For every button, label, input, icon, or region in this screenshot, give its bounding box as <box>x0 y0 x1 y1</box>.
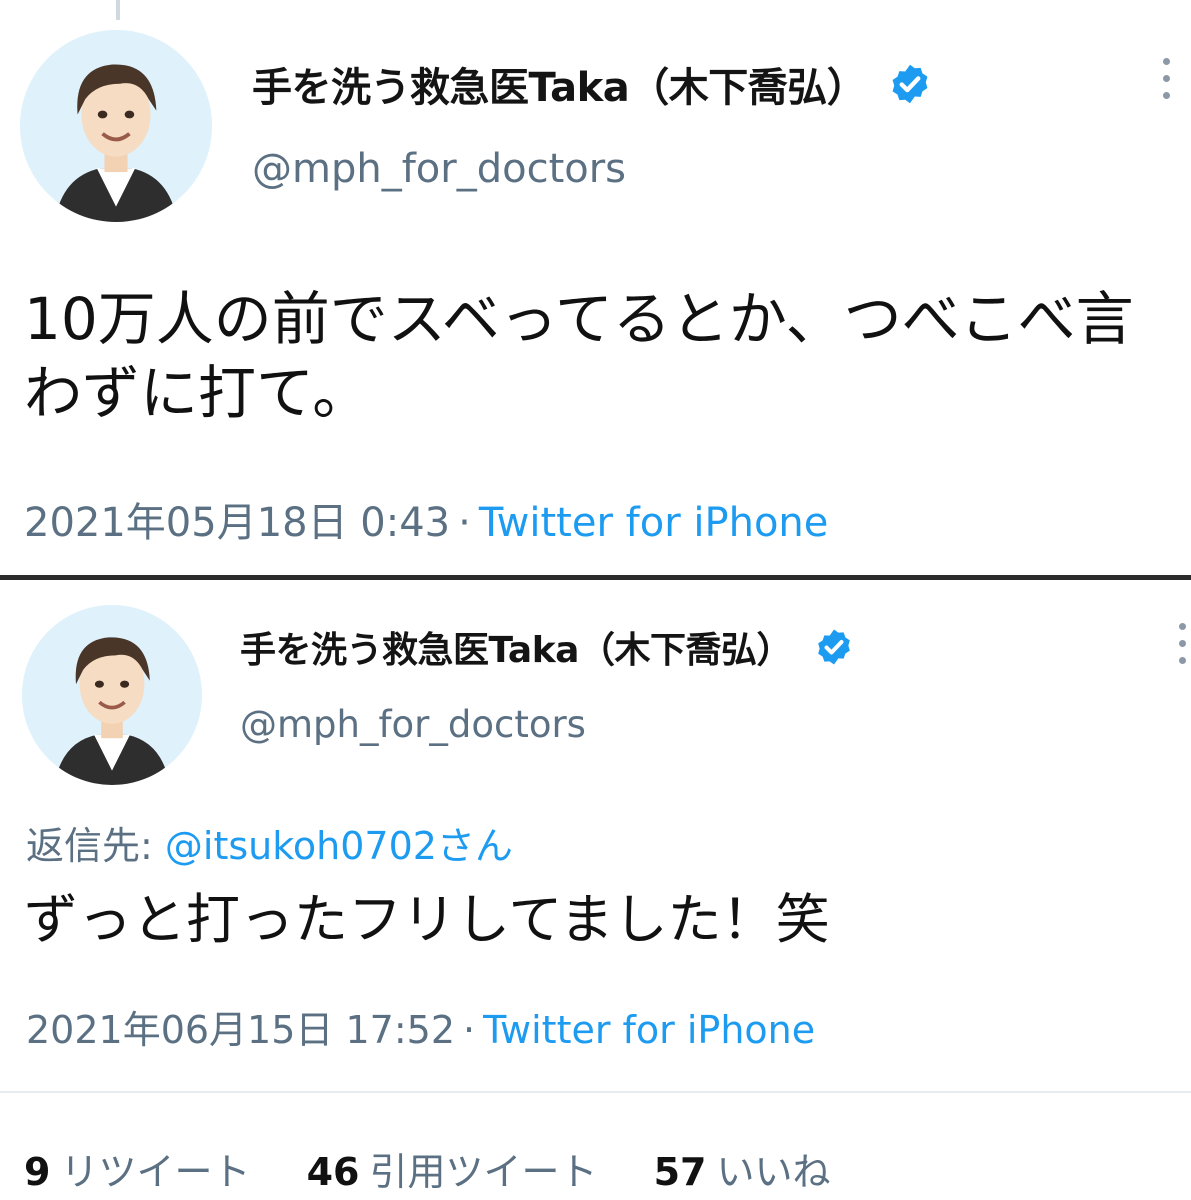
tweet-source-link[interactable]: Twitter for iPhone <box>479 500 829 546</box>
quote-tweet-label: 引用ツイート <box>369 1150 598 1194</box>
thread-connector-line <box>116 0 120 20</box>
author-name-row[interactable]: 手を洗う救急医Taka（木下喬弘） <box>252 52 932 116</box>
avatar[interactable] <box>20 30 212 222</box>
retweet-label: リツイート <box>60 1150 251 1194</box>
avatar-icon <box>20 30 212 222</box>
reply-target-link[interactable]: @itsukoh0702さん <box>165 824 513 868</box>
display-name[interactable]: 手を洗う救急医Taka（木下喬弘） <box>240 621 792 673</box>
tweet-meta: 2021年06月15日 17:52 · Twitter for iPhone <box>26 999 815 1054</box>
reply-label: 返信先: <box>26 824 153 868</box>
verified-badge-icon <box>888 62 932 106</box>
display-name[interactable]: 手を洗う救急医Taka（木下喬弘） <box>252 55 867 113</box>
like-stat[interactable]: 57 いいね <box>654 1150 831 1194</box>
tweet-timestamp[interactable]: 2021年05月18日 0:43 <box>24 500 450 546</box>
reply-to-line: 返信先: @itsukoh0702さん <box>26 815 513 870</box>
tweet-timestamp[interactable]: 2021年06月15日 17:52 <box>26 1008 455 1052</box>
tweet-text: ずっと打ったフリしてました！笑 <box>24 888 830 951</box>
retweet-count: 9 <box>24 1150 51 1194</box>
like-label: いいね <box>716 1150 831 1194</box>
like-count: 57 <box>653 1150 707 1194</box>
avatar-icon <box>22 605 202 785</box>
tweet-card[interactable]: 手を洗う救急医Taka（木下喬弘） @mph_for_doctors 返信先: … <box>0 583 1191 1200</box>
user-handle[interactable]: @mph_for_doctors <box>252 146 626 192</box>
user-handle[interactable]: @mph_for_doctors <box>240 703 586 746</box>
author-name-row[interactable]: 手を洗う救急医Taka（木下喬弘） <box>240 619 854 675</box>
meta-separator: · <box>458 500 471 546</box>
verified-badge-icon <box>814 627 854 667</box>
meta-separator: · <box>463 1008 476 1052</box>
tweet-source-link[interactable]: Twitter for iPhone <box>483 1008 815 1052</box>
more-options-icon[interactable] <box>1174 623 1190 679</box>
quote-tweet-count: 46 <box>306 1150 360 1194</box>
engagement-stats: 9 リツイート 46 引用ツイート 57 いいね <box>24 1141 874 1196</box>
quote-tweet-stat[interactable]: 46 引用ツイート <box>307 1150 598 1194</box>
avatar[interactable] <box>22 605 202 785</box>
tweet-card[interactable]: 手を洗う救急医Taka（木下喬弘） @mph_for_doctors 10万人の… <box>0 0 1191 575</box>
tweet-text: 10万人の前でスベってるとか、つべこべ言わずに打て。 <box>24 285 1134 427</box>
tweet-meta: 2021年05月18日 0:43 · Twitter for iPhone <box>24 490 828 548</box>
screenshot-divider <box>0 575 1191 580</box>
retweet-stat[interactable]: 9 リツイート <box>24 1150 250 1194</box>
more-options-icon[interactable] <box>1158 58 1174 114</box>
stats-divider <box>0 1091 1191 1093</box>
